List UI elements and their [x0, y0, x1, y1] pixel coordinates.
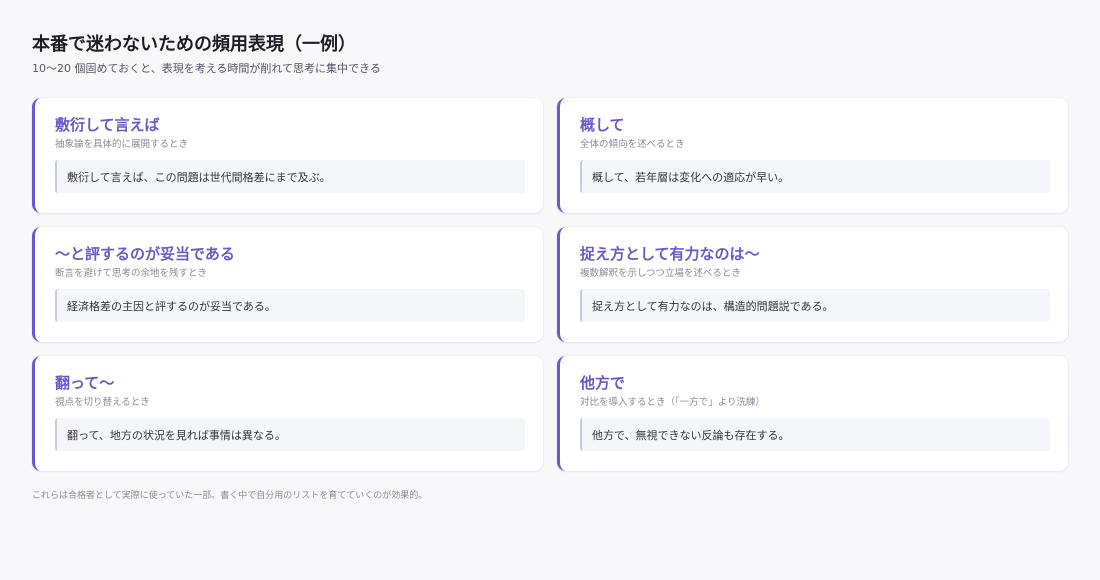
- expression-card: 敷衍して言えば 抽象論を具体的に展開するとき 敷衍して言えば、この問題は世代間格…: [32, 98, 543, 213]
- expression-card: 概して 全体の傾向を述べるとき 概して、若年層は変化への適応が早い。: [557, 98, 1068, 213]
- expression-card: 〜と評するのが妥当である 断言を避けて思考の余地を残すとき 経済格差の主因と評す…: [32, 227, 543, 342]
- expression-title: 他方で: [580, 374, 626, 392]
- expression-card: 他方で 対比を導入するとき（「一方で」より洗練） 他方で、無視できない反論も存在…: [557, 356, 1068, 471]
- expression-card: 捉え方として有力なのは〜 複数解釈を示しつつ立場を述べるとき 捉え方として有力な…: [557, 227, 1068, 342]
- page: 本番で迷わないための頻用表現（一例） 10〜20 個固めておくと、表現を考える時…: [0, 0, 1100, 580]
- footer-note: これらは合格者として実際に使っていた一部。書く中で自分用のリストを育てていくのが…: [32, 491, 428, 501]
- expression-usage: 抽象論を具体的に展開するとき: [55, 139, 189, 150]
- expression-example: 概して、若年層は変化への適応が早い。: [580, 160, 1050, 193]
- expression-example: 経済格差の主因と評するのが妥当である。: [55, 289, 525, 322]
- expression-card: 翻って〜 視点を切り替えるとき 翻って、地方の状況を見れば事情は異なる。: [32, 356, 543, 471]
- expression-card-grid: 敷衍して言えば 抽象論を具体的に展開するとき 敷衍して言えば、この問題は世代間格…: [32, 98, 1068, 471]
- expression-example: 捉え方として有力なのは、構造的問題説である。: [580, 289, 1050, 322]
- expression-title: 捉え方として有力なのは〜: [580, 245, 760, 263]
- expression-title: 敷衍して言えば: [55, 116, 160, 134]
- expression-usage: 断言を避けて思考の余地を残すとき: [55, 268, 208, 279]
- page-title: 本番で迷わないための頻用表現（一例）: [32, 34, 356, 55]
- expression-title: 〜と評するのが妥当である: [55, 245, 235, 263]
- expression-example: 翻って、地方の状況を見れば事情は異なる。: [55, 418, 525, 451]
- expression-example: 敷衍して言えば、この問題は世代間格差にまで及ぶ。: [55, 160, 525, 193]
- expression-usage: 複数解釈を示しつつ立場を述べるとき: [580, 268, 741, 279]
- expression-usage: 対比を導入するとき（「一方で」より洗練）: [580, 397, 766, 408]
- expression-title: 翻って〜: [55, 374, 115, 392]
- expression-usage: 全体の傾向を述べるとき: [580, 139, 685, 150]
- expression-usage: 視点を切り替えるとき: [55, 397, 150, 408]
- expression-title: 概して: [580, 116, 625, 134]
- page-subtitle: 10〜20 個固めておくと、表現を考える時間が削れて思考に集中できる: [32, 62, 381, 75]
- expression-example: 他方で、無視できない反論も存在する。: [580, 418, 1050, 451]
